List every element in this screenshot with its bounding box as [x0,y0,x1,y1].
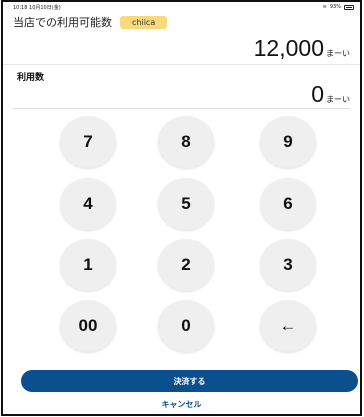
key-5[interactable]: 5 [158,178,214,230]
available-points-value: 12,000 [253,35,324,61]
key-1[interactable]: 1 [60,239,116,291]
status-indicators: ≋ 93% [323,4,354,10]
key-double-zero[interactable]: 00 [60,300,116,352]
available-points-amount: 12,000 まーい [254,35,350,62]
brand-badge: chiica [120,15,168,29]
key-9[interactable]: 9 [260,116,316,168]
key-0[interactable]: 0 [158,300,214,352]
usage-unit: まーい [326,95,350,104]
usage-value: 0 [311,81,324,107]
status-time-date: 10:18 10月10日(金) [13,4,61,11]
divider [3,64,360,65]
available-points-label: 当店での利用可能数 [13,16,112,29]
key-6[interactable]: 6 [260,178,316,230]
key-4[interactable]: 4 [60,178,116,230]
available-points-header: 当店での利用可能数 chiica [13,14,168,30]
wifi-icon: ≋ [322,4,327,10]
available-points-unit: まーい [326,49,350,58]
usage-label: 利用数 [17,73,45,83]
divider [13,108,350,109]
usage-amount: 0 まーい [311,81,350,108]
app-frame: 10:18 10月10日(金) ≋ 93% 当店での利用可能数 chiica 1… [1,0,362,416]
status-date: 10月10日(金) [29,4,61,11]
cancel-button[interactable]: キャンセル [3,399,360,410]
battery-percent: 93% [329,4,341,10]
backspace-key[interactable]: ← [260,300,316,352]
battery-icon [344,4,354,10]
numeric-keypad: 7 8 9 4 5 6 1 2 3 00 0 ← [13,110,352,358]
status-bar: 10:18 10月10日(金) ≋ 93% [3,2,360,12]
key-3[interactable]: 3 [260,239,316,291]
pay-button[interactable]: 決済する [21,370,358,392]
key-7[interactable]: 7 [60,116,116,168]
key-2[interactable]: 2 [158,239,214,291]
status-time: 10:18 [13,4,28,11]
key-8[interactable]: 8 [158,116,214,168]
